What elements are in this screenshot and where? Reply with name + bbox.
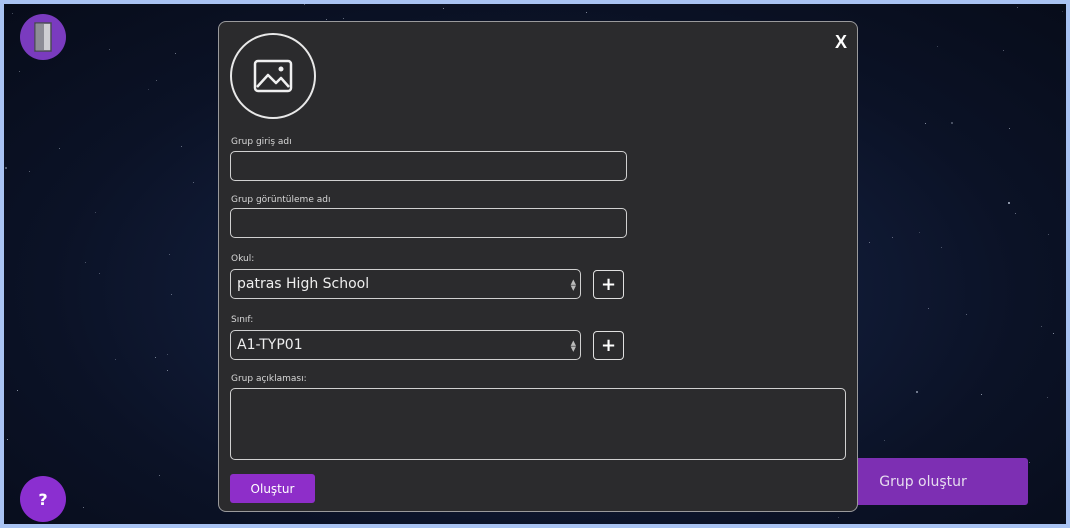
star [12, 13, 13, 14]
star [175, 53, 176, 54]
star [1029, 462, 1030, 463]
star [171, 294, 172, 295]
star [1008, 202, 1010, 204]
star [916, 391, 918, 393]
star [925, 123, 926, 124]
star [99, 273, 100, 274]
description-textarea[interactable] [230, 388, 846, 460]
school-select-value: patras High School [237, 276, 370, 292]
star [884, 440, 885, 441]
star [304, 4, 305, 5]
star [59, 148, 60, 149]
star [1009, 128, 1010, 129]
create-group-dialog: X Grup giriş adı Grup görüntüleme adı Ok… [218, 21, 858, 512]
star [181, 146, 182, 147]
school-label: Okul: [231, 254, 255, 264]
star [5, 167, 7, 169]
school-select[interactable]: patras High School ▲ ▼ [230, 269, 581, 299]
star [869, 242, 870, 243]
star [159, 475, 160, 476]
submit-button[interactable]: Oluştur [230, 474, 315, 503]
star [1047, 397, 1048, 398]
star [928, 308, 929, 309]
image-icon [253, 59, 293, 93]
display-name-label: Grup görüntüleme adı [231, 195, 331, 205]
star [326, 19, 327, 20]
star [85, 262, 86, 263]
exit-button[interactable] [20, 14, 66, 60]
star [919, 232, 920, 233]
star [1017, 7, 1018, 8]
star [109, 49, 110, 50]
star [19, 71, 20, 72]
star [966, 314, 967, 315]
star [169, 254, 170, 255]
star [155, 357, 156, 358]
select-arrows-icon: ▲ ▼ [570, 278, 576, 292]
star [17, 390, 18, 391]
login-name-input[interactable] [230, 151, 627, 181]
star [343, 18, 344, 19]
class-select-value: A1-TYP01 [237, 337, 303, 353]
star [1062, 11, 1063, 12]
star [1041, 326, 1042, 327]
star [193, 182, 194, 183]
star [838, 517, 839, 518]
star [443, 8, 444, 9]
app-background: ? Grup oluştur X Grup giriş adı Grup gör… [4, 4, 1066, 524]
login-name-label: Grup giriş adı [231, 137, 292, 147]
star [148, 89, 149, 90]
add-school-button[interactable]: + [593, 270, 624, 299]
add-class-button[interactable]: + [593, 331, 624, 360]
star [1053, 333, 1054, 334]
star [7, 439, 8, 440]
star [83, 507, 84, 508]
star [941, 247, 942, 248]
select-arrows-icon: ▲ ▼ [570, 339, 576, 353]
star [951, 122, 953, 124]
door-icon [34, 22, 52, 52]
star [1015, 213, 1016, 214]
class-label: Sınıf: [231, 315, 254, 325]
star [156, 80, 157, 81]
description-label: Grup açıklaması: [231, 374, 307, 384]
star [167, 370, 168, 371]
group-image-upload[interactable] [230, 33, 316, 119]
class-select[interactable]: A1-TYP01 ▲ ▼ [230, 330, 581, 360]
display-name-input[interactable] [230, 208, 627, 238]
help-button[interactable]: ? [20, 476, 66, 522]
close-icon[interactable]: X [835, 32, 847, 53]
star [115, 359, 116, 360]
star [1048, 234, 1049, 235]
star [1003, 50, 1004, 51]
star [981, 394, 982, 395]
star [892, 237, 893, 238]
star [167, 354, 168, 355]
star [95, 212, 96, 213]
star [29, 171, 30, 172]
star [586, 12, 587, 13]
star [937, 46, 938, 47]
